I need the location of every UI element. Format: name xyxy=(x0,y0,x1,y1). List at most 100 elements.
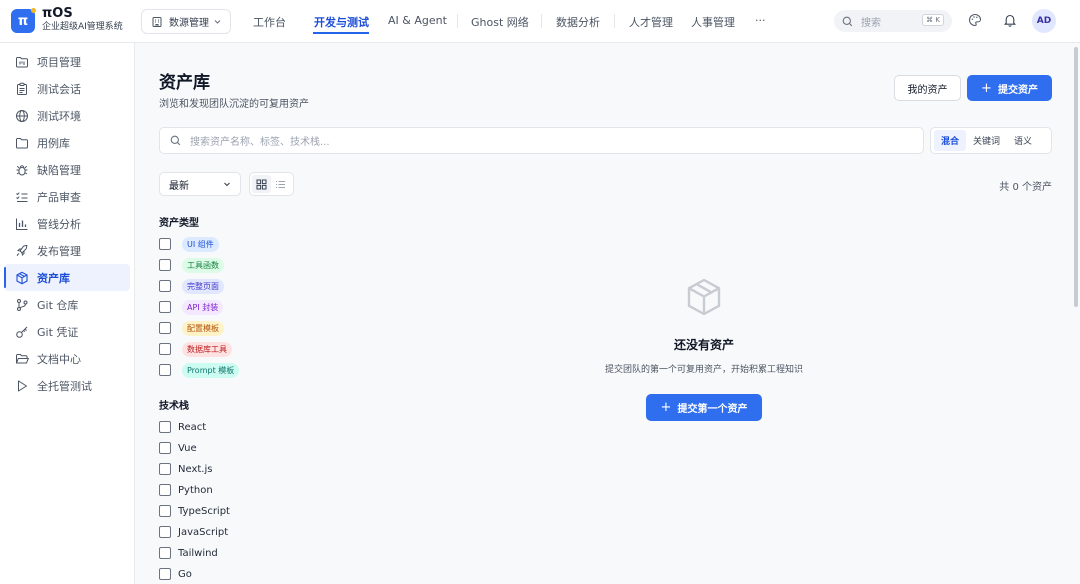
empty-state-title: 还没有资产 xyxy=(673,338,734,352)
submit-first-asset-button[interactable]: + 提交第一个资产 xyxy=(646,394,762,421)
tech-label: Vue xyxy=(178,442,197,454)
sidebar-item-label: 测试环境 xyxy=(37,109,81,123)
nav-divider xyxy=(541,14,542,28)
nav-tab-talent[interactable]: 人才管理 xyxy=(629,14,673,30)
sidebar-item-label: 测试会话 xyxy=(37,82,81,96)
workspace-select[interactable]: 数源管理 xyxy=(141,9,231,34)
filter-tech-typescript[interactable]: TypeScript xyxy=(159,503,230,519)
search-mode-semantic[interactable]: 语义 xyxy=(1007,130,1039,151)
checkbox[interactable] xyxy=(159,547,171,559)
grid-view-button[interactable] xyxy=(252,175,271,193)
asset-type-tag: 数据库工具 xyxy=(182,341,232,357)
filter-tech-python[interactable]: Python xyxy=(159,482,213,498)
filter-asset-type-db-tool[interactable]: 数据库工具 xyxy=(159,341,232,357)
filter-asset-type-api-wrapper[interactable]: API 封装 xyxy=(159,299,224,315)
search-icon xyxy=(170,135,181,146)
list-view-button[interactable] xyxy=(271,175,290,193)
checkbox[interactable] xyxy=(159,505,171,517)
sidebar-item-git-repos[interactable]: Git 仓库 xyxy=(4,291,130,318)
scrollbar[interactable] xyxy=(1074,47,1078,584)
nav-tab-ai-agent[interactable]: AI & Agent xyxy=(388,14,447,27)
sidebar-item-pipeline[interactable]: 管线分析 xyxy=(4,210,130,237)
sidebar-item-projects[interactable]: 项目管理 xyxy=(4,48,130,75)
filter-asset-type-prompt-template[interactable]: Prompt 模板 xyxy=(159,362,240,378)
global-search[interactable]: 搜索 ⌘ K xyxy=(834,10,952,32)
checkbox[interactable] xyxy=(159,301,171,313)
sidebar-item-asset-library[interactable]: 资产库 xyxy=(4,264,130,291)
tech-label: JavaScript xyxy=(178,526,229,538)
asset-search-input[interactable]: 搜索资产名称、标签、技术栈... xyxy=(159,127,924,154)
list-icon xyxy=(276,180,285,188)
nav-tab-ghost-network[interactable]: Ghost 网络 xyxy=(471,14,529,30)
filter-tech-javascript[interactable]: JavaScript xyxy=(159,524,228,540)
plus-icon: + xyxy=(981,80,992,96)
nav-divider xyxy=(457,14,458,28)
checkbox[interactable] xyxy=(159,526,171,538)
nav-tab-dev-test[interactable]: 开发与测试 xyxy=(314,14,369,30)
filter-asset-type-ui-component[interactable]: UI 组件 xyxy=(159,236,219,252)
sidebar-item-label: 用例库 xyxy=(37,136,70,150)
bell-icon[interactable] xyxy=(1003,13,1017,27)
sidebar-item-test-env[interactable]: 测试环境 xyxy=(4,102,130,129)
checkbox[interactable] xyxy=(159,259,171,271)
filter-tech-nextjs[interactable]: Next.js xyxy=(159,461,212,477)
sidebar-item-docs[interactable]: 文档中心 xyxy=(4,345,130,372)
my-assets-button[interactable]: 我的资产 xyxy=(894,75,961,101)
nav-more-button[interactable]: ··· xyxy=(755,14,766,27)
checkbox[interactable] xyxy=(159,568,171,580)
search-mode-keyword[interactable]: 关键词 xyxy=(966,130,1007,151)
checkbox[interactable] xyxy=(159,364,171,376)
palette-icon[interactable] xyxy=(968,13,982,27)
sort-select[interactable]: 最新 xyxy=(159,172,241,196)
tech-label: Tailwind xyxy=(178,547,218,559)
filter-tech-go[interactable]: Go xyxy=(159,566,192,582)
sidebar: 项目管理 测试会话 测试环境 用例库 缺陷管理 产品审查 管线分析 发布管理 资… xyxy=(0,43,135,584)
user-avatar[interactable]: AD xyxy=(1032,9,1056,33)
asset-type-tag: 完整页面 xyxy=(182,278,224,294)
asset-type-tag: UI 组件 xyxy=(182,236,219,252)
sidebar-item-defects[interactable]: 缺陷管理 xyxy=(4,156,130,183)
submit-asset-button[interactable]: + 提交资产 xyxy=(967,75,1052,101)
sidebar-item-test-sessions[interactable]: 测试会话 xyxy=(4,75,130,102)
filter-tech-tailwind[interactable]: Tailwind xyxy=(159,545,218,561)
git-branch-icon xyxy=(17,298,28,311)
checkbox[interactable] xyxy=(159,442,171,454)
sidebar-item-label: 全托管测试 xyxy=(37,379,92,393)
submit-asset-label: 提交资产 xyxy=(997,84,1038,96)
checkbox[interactable] xyxy=(159,322,171,334)
checkbox[interactable] xyxy=(159,421,171,433)
grid-icon xyxy=(256,179,267,189)
checkbox[interactable] xyxy=(159,238,171,250)
checkbox[interactable] xyxy=(159,463,171,475)
folder-open-icon xyxy=(15,353,29,363)
sidebar-item-release[interactable]: 发布管理 xyxy=(4,237,130,264)
chevron-down-icon xyxy=(224,182,230,187)
logo-text: π xyxy=(17,13,29,29)
nav-tab-workbench[interactable]: 工作台 xyxy=(253,14,286,30)
nav-tab-data-analysis[interactable]: 数据分析 xyxy=(556,14,600,30)
search-mode-hybrid[interactable]: 混合 xyxy=(934,130,967,151)
nav-tab-hr[interactable]: 人事管理 xyxy=(691,14,735,30)
search-icon xyxy=(842,16,853,26)
clipboard-icon xyxy=(17,82,27,95)
sidebar-item-product-review[interactable]: 产品审查 xyxy=(4,183,130,210)
filter-asset-type-full-page[interactable]: 完整页面 xyxy=(159,278,224,294)
sidebar-item-git-credentials[interactable]: Git 凭证 xyxy=(4,318,130,345)
checkbox[interactable] xyxy=(159,343,171,355)
filter-tech-vue[interactable]: Vue xyxy=(159,440,197,456)
checkbox[interactable] xyxy=(159,280,171,292)
filter-asset-type-utility[interactable]: 工具函数 xyxy=(159,257,224,273)
filter-asset-type-config-template[interactable]: 配置模板 xyxy=(159,320,224,336)
asset-search-placeholder: 搜索资产名称、标签、技术栈... xyxy=(190,137,330,148)
sidebar-item-label: 产品审查 xyxy=(37,190,81,204)
scrollbar-thumb[interactable] xyxy=(1074,47,1078,307)
checkbox[interactable] xyxy=(159,484,171,496)
sidebar-item-managed-testing[interactable]: 全托管测试 xyxy=(4,372,130,399)
sidebar-item-label: 发布管理 xyxy=(37,244,81,258)
filter-tech-react[interactable]: React xyxy=(159,419,206,435)
nav-divider xyxy=(614,14,615,28)
sidebar-item-case-library[interactable]: 用例库 xyxy=(4,129,130,156)
sidebar-item-label: Git 凭证 xyxy=(37,325,79,339)
page-title: 资产库 xyxy=(159,73,210,93)
top-bar: π πOS 企业超级AI管理系统 数源管理 工作台 开发与测试 AI & Age… xyxy=(0,0,1080,43)
